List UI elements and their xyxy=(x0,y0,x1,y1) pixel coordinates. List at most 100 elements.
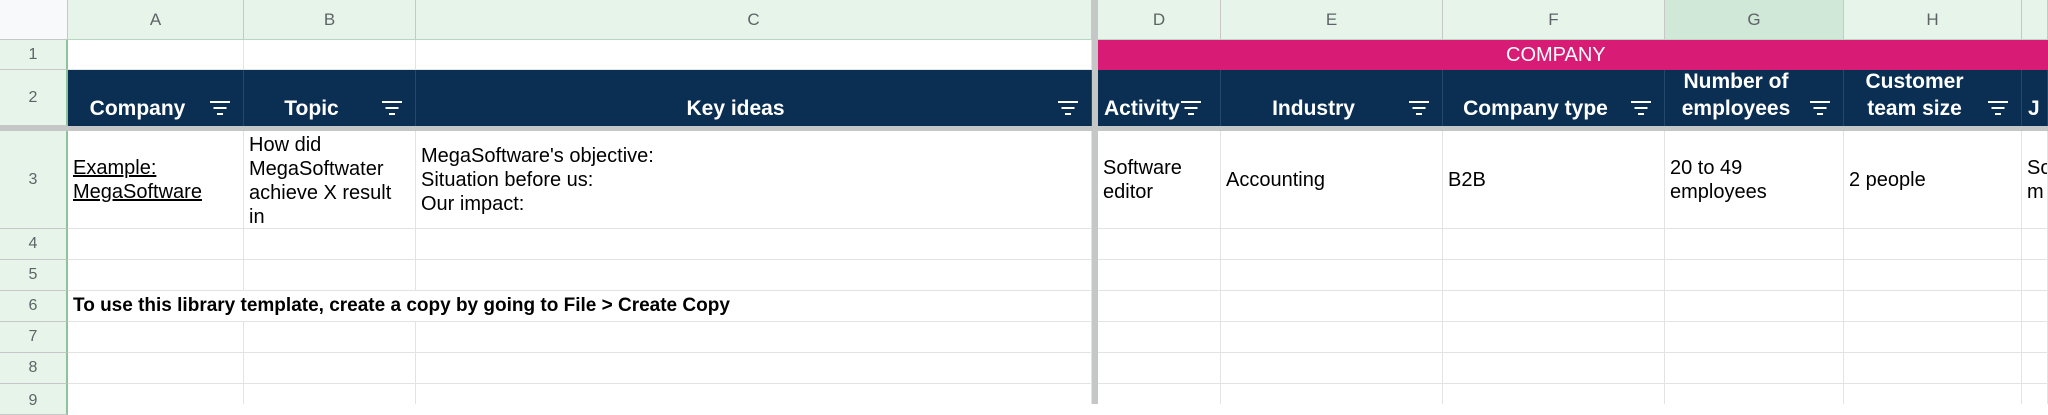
cell-g6[interactable] xyxy=(1665,291,1844,322)
cell-a9[interactable] xyxy=(68,384,244,404)
row-header-5[interactable]: 5 xyxy=(0,260,68,291)
cell-next9[interactable] xyxy=(2022,384,2048,404)
cell-c7[interactable] xyxy=(416,322,1092,353)
cell-h5[interactable] xyxy=(1844,260,2022,291)
column-header-e[interactable]: E xyxy=(1221,0,1443,40)
header-next-partial[interactable]: J xyxy=(2022,70,2048,126)
filter-icon[interactable] xyxy=(1180,100,1202,116)
header-topic[interactable]: Topic xyxy=(244,70,416,126)
cell-a6-note[interactable]: To use this library template, create a c… xyxy=(68,291,1092,322)
cell-b9[interactable] xyxy=(244,384,416,404)
cell-next8[interactable] xyxy=(2022,353,2048,384)
header-company[interactable]: Company xyxy=(68,70,244,126)
filter-icon[interactable] xyxy=(1630,100,1652,116)
row-header-6[interactable]: 6 xyxy=(0,291,68,322)
row-header-1[interactable]: 1 xyxy=(0,40,68,70)
cell-e8[interactable] xyxy=(1221,353,1443,384)
cell-a3[interactable]: Example: MegaSoftware xyxy=(68,131,244,229)
row-header-7[interactable]: 7 xyxy=(0,322,68,353)
filter-icon[interactable] xyxy=(1057,100,1079,116)
cell-e9[interactable] xyxy=(1221,384,1443,404)
cell-c1[interactable] xyxy=(416,40,1092,70)
header-industry[interactable]: Industry xyxy=(1221,70,1443,126)
cell-b4[interactable] xyxy=(244,229,416,260)
header-customer-team-size[interactable]: Customer team size xyxy=(1844,70,2022,126)
filter-icon[interactable] xyxy=(1809,100,1831,116)
cell-a1[interactable] xyxy=(68,40,244,70)
cell-d6[interactable] xyxy=(1098,291,1221,322)
cell-e5[interactable] xyxy=(1221,260,1443,291)
cell-d8[interactable] xyxy=(1098,353,1221,384)
cell-next3[interactable]: So m xyxy=(2022,131,2048,229)
cell-next7[interactable] xyxy=(2022,322,2048,353)
cell-next4[interactable] xyxy=(2022,229,2048,260)
cell-h4[interactable] xyxy=(1844,229,2022,260)
cell-c3[interactable]: MegaSoftware's objective: Situation befo… xyxy=(416,131,1092,229)
header-key-ideas[interactable]: Key ideas xyxy=(416,70,1092,126)
filter-icon[interactable] xyxy=(381,100,403,116)
row-header-3[interactable]: 3 xyxy=(0,131,68,229)
column-header-h[interactable]: H xyxy=(1844,0,2022,40)
cell-g7[interactable] xyxy=(1665,322,1844,353)
header-number-of-employees[interactable]: Number of employees xyxy=(1665,70,1844,126)
column-header-a[interactable]: A xyxy=(68,0,244,40)
cell-h3[interactable]: 2 people xyxy=(1844,131,2022,229)
cell-b7[interactable] xyxy=(244,322,416,353)
frozen-row-divider[interactable] xyxy=(0,126,2048,131)
cell-d3[interactable]: Software editor xyxy=(1098,131,1221,229)
cell-a7[interactable] xyxy=(68,322,244,353)
cell-h8[interactable] xyxy=(1844,353,2022,384)
cell-e4[interactable] xyxy=(1221,229,1443,260)
cell-g5[interactable] xyxy=(1665,260,1844,291)
cell-f6[interactable] xyxy=(1443,291,1665,322)
cell-a5[interactable] xyxy=(68,260,244,291)
cell-g3[interactable]: 20 to 49 employees xyxy=(1665,131,1844,229)
column-header-g[interactable]: G xyxy=(1665,0,1844,40)
cell-a8[interactable] xyxy=(68,353,244,384)
cell-next6[interactable] xyxy=(2022,291,2048,322)
column-header-d[interactable]: D xyxy=(1098,0,1221,40)
cell-f8[interactable] xyxy=(1443,353,1665,384)
example-company-link[interactable]: Example: MegaSoftware xyxy=(68,152,207,208)
cell-e6[interactable] xyxy=(1221,291,1443,322)
cell-c4[interactable] xyxy=(416,229,1092,260)
filter-icon[interactable] xyxy=(1987,100,2009,116)
row-header-2[interactable]: 2 xyxy=(0,70,68,126)
header-activity[interactable]: Activity xyxy=(1098,70,1221,126)
cell-g8[interactable] xyxy=(1665,353,1844,384)
filter-icon[interactable] xyxy=(1408,100,1430,116)
cell-e7[interactable] xyxy=(1221,322,1443,353)
cell-e3[interactable]: Accounting xyxy=(1221,131,1443,229)
cell-h6[interactable] xyxy=(1844,291,2022,322)
cell-f9[interactable] xyxy=(1443,384,1665,404)
cell-d5[interactable] xyxy=(1098,260,1221,291)
cell-d7[interactable] xyxy=(1098,322,1221,353)
cell-c9[interactable] xyxy=(416,384,1092,404)
cell-g9[interactable] xyxy=(1665,384,1844,404)
cell-g4[interactable] xyxy=(1665,229,1844,260)
cell-f4[interactable] xyxy=(1443,229,1665,260)
cell-d4[interactable] xyxy=(1098,229,1221,260)
select-all-corner[interactable] xyxy=(0,0,68,40)
column-header-next[interactable] xyxy=(2022,0,2048,40)
cell-b3[interactable]: How did MegaSoftwater achieve X result i… xyxy=(244,131,416,229)
company-group-header[interactable]: COMPANY xyxy=(1098,40,2048,70)
row-header-4[interactable]: 4 xyxy=(0,229,68,260)
cell-b5[interactable] xyxy=(244,260,416,291)
column-header-b[interactable]: B xyxy=(244,0,416,40)
cell-b8[interactable] xyxy=(244,353,416,384)
cell-d9[interactable] xyxy=(1098,384,1221,404)
column-header-c[interactable]: C xyxy=(416,0,1092,40)
cell-next5[interactable] xyxy=(2022,260,2048,291)
row-header-9[interactable]: 9 xyxy=(0,384,68,415)
frozen-column-divider[interactable] xyxy=(1092,0,1098,404)
filter-icon[interactable] xyxy=(209,100,231,116)
cell-a4[interactable] xyxy=(68,229,244,260)
cell-c8[interactable] xyxy=(416,353,1092,384)
cell-h7[interactable] xyxy=(1844,322,2022,353)
header-company-type[interactable]: Company type xyxy=(1443,70,1665,126)
row-header-8[interactable]: 8 xyxy=(0,353,68,384)
cell-c5[interactable] xyxy=(416,260,1092,291)
cell-f7[interactable] xyxy=(1443,322,1665,353)
column-header-f[interactable]: F xyxy=(1443,0,1665,40)
